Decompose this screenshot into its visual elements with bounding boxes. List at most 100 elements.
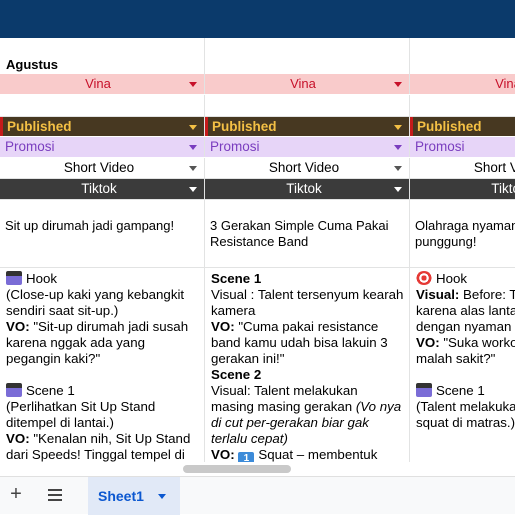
dropdown-arrow-icon[interactable]: [189, 124, 197, 130]
clapper-icon: [6, 383, 22, 397]
script-line: (Perlihatkan Sit Up Stand ditempel di la…: [6, 399, 156, 430]
add-sheet-button[interactable]: +: [6, 484, 26, 505]
script-line-label: Visual:: [416, 287, 460, 302]
script-line: Hook: [6, 271, 199, 287]
script-cell[interactable]: Scene 1 Visual : Talent tersenyum kearah …: [205, 268, 410, 462]
format-row: Short Video Short Video Short Video: [0, 158, 515, 179]
script-cell[interactable]: Hook (Close-up kaki yang kebangkit sendir…: [0, 268, 205, 462]
assignee-value: Vina: [290, 76, 316, 91]
script-line: Hook: [416, 271, 515, 287]
assignee-dropdown[interactable]: Vina: [205, 74, 410, 94]
format-value: Short Video: [63, 160, 135, 175]
format-dropdown[interactable]: Short Video: [205, 158, 410, 178]
script-line: Visual : Talent tersenyum kearah kamera: [211, 287, 404, 318]
script-line-label: VO:: [211, 447, 235, 462]
dropdown-arrow-icon[interactable]: [189, 187, 197, 192]
script-line: Scene 1: [6, 383, 199, 399]
script-line: Visual: Talent melakukan masing masing g…: [211, 383, 402, 446]
grid-cell[interactable]: [205, 38, 410, 56]
platform-dropdown[interactable]: Tiktok: [205, 179, 410, 199]
script-italic-note: (Vo nya di cut per-gerakan biar gak terl…: [211, 399, 402, 446]
platform-dropdown[interactable]: Tiktok: [410, 179, 515, 199]
category-dropdown[interactable]: Promosi: [410, 137, 515, 157]
target-icon: [416, 271, 432, 285]
grid-content: Agustus Vina Vina Vina Published Publish…: [0, 38, 515, 462]
grid-cell[interactable]: [0, 95, 205, 116]
dropdown-arrow-icon[interactable]: [189, 145, 197, 150]
grid-cell[interactable]: [205, 56, 410, 74]
app-header-bar: [0, 0, 515, 38]
status-row: Published Published Published: [0, 117, 515, 137]
script-line: Scene 2: [211, 367, 404, 383]
script-line-label: VO:: [211, 319, 235, 334]
platform-value: Tiktok: [286, 181, 322, 196]
keycap-icon: 1: [238, 452, 255, 462]
platform-value: Tiktok: [491, 181, 515, 196]
platform-value: Tiktok: [81, 181, 117, 196]
content-title-cell[interactable]: 3 Gerakan Simple Cuma Pakai Resistance B…: [205, 200, 410, 267]
clapper-icon: [6, 271, 22, 285]
month-cell[interactable]: Agustus: [0, 56, 205, 74]
script-line-label: VO:: [6, 431, 30, 446]
status-dropdown[interactable]: Published: [410, 117, 515, 136]
status-dropdown[interactable]: Published: [205, 117, 410, 136]
script-line: VO: "Suka workout tapi badan malah sakit…: [416, 335, 515, 366]
format-dropdown[interactable]: Short Video: [410, 158, 515, 178]
category-dropdown[interactable]: Promosi: [205, 137, 410, 157]
assignee-value: Vina: [495, 76, 515, 91]
script-line: VO: 1 Squat – membentuk: [211, 447, 404, 462]
format-value: Short Video: [268, 160, 340, 175]
grid-row-spacer: [0, 38, 515, 56]
sheet-tabs-bar: + Sheet1: [0, 476, 515, 515]
dropdown-arrow-icon[interactable]: [189, 82, 197, 87]
assignee-dropdown[interactable]: Vina: [410, 74, 515, 94]
clapper-icon: [416, 383, 432, 397]
sheet-tab-dropdown-icon[interactable]: [158, 494, 166, 499]
grid-cell[interactable]: [0, 38, 205, 56]
all-sheets-menu-icon[interactable]: [46, 488, 64, 502]
grid-cell[interactable]: [410, 38, 515, 56]
grid-cell[interactable]: [410, 56, 515, 74]
script-line: VO: "Cuma pakai resistance band kamu uda…: [211, 319, 388, 366]
grid-cell[interactable]: [205, 95, 410, 116]
script-line-label: Scene 1: [211, 271, 262, 286]
assignee-dropdown[interactable]: Vina: [0, 74, 205, 94]
spreadsheet-grid[interactable]: Agustus Vina Vina Vina Published Publish…: [0, 38, 515, 462]
script-line-label: VO:: [6, 319, 30, 334]
dropdown-arrow-icon[interactable]: [394, 124, 402, 130]
script-cell[interactable]: HookVisual: Before: Talent kesakitan kar…: [410, 268, 515, 462]
content-title: 3 Gerakan Simple Cuma Pakai Resistance B…: [210, 218, 389, 249]
script-line: VO: "Kenalan nih, Sit Up Stand dari Spee…: [6, 431, 191, 462]
script-line: Scene 1: [416, 383, 515, 399]
dropdown-arrow-icon[interactable]: [189, 166, 197, 171]
script-blank-line: [6, 367, 199, 383]
format-value: Short Video: [473, 160, 515, 175]
script-line: (Talent melakukan plank dan squat di mat…: [416, 399, 515, 430]
content-title-cell[interactable]: Sit up dirumah jadi gampang!: [0, 200, 205, 267]
script-line: Visual: Before: Talent kesakitan karena …: [416, 287, 515, 334]
status-value: Published: [417, 119, 482, 134]
status-value: Published: [7, 119, 72, 134]
sheet-tab-active[interactable]: Sheet1: [88, 477, 180, 515]
dropdown-arrow-icon[interactable]: [394, 145, 402, 150]
month-label: Agustus: [6, 57, 58, 72]
dropdown-arrow-icon[interactable]: [394, 82, 402, 87]
grid-cell[interactable]: [410, 95, 515, 116]
dropdown-arrow-icon[interactable]: [394, 166, 402, 171]
content-title: Olahraga nyaman tanpa sakit punggung!: [415, 218, 515, 249]
month-row: Agustus: [0, 56, 515, 74]
script-line: VO: "Sit-up dirumah jadi susah karena ng…: [6, 319, 189, 366]
assignee-value: Vina: [85, 76, 111, 91]
category-dropdown[interactable]: Promosi: [0, 137, 205, 157]
script-row: Hook (Close-up kaki yang kebangkit sendir…: [0, 268, 515, 462]
script-line: Scene 1: [211, 271, 404, 287]
status-dropdown[interactable]: Published: [0, 117, 205, 136]
horizontal-scrollbar[interactable]: [183, 465, 291, 473]
platform-dropdown[interactable]: Tiktok: [0, 179, 205, 199]
dropdown-arrow-icon[interactable]: [394, 187, 402, 192]
assignee-row: Vina Vina Vina: [0, 74, 515, 95]
category-row: Promosi Promosi Promosi: [0, 137, 515, 158]
content-title-cell[interactable]: Olahraga nyaman tanpa sakit punggung!: [410, 200, 515, 267]
format-dropdown[interactable]: Short Video: [0, 158, 205, 178]
content-title: Sit up dirumah jadi gampang!: [5, 218, 175, 233]
